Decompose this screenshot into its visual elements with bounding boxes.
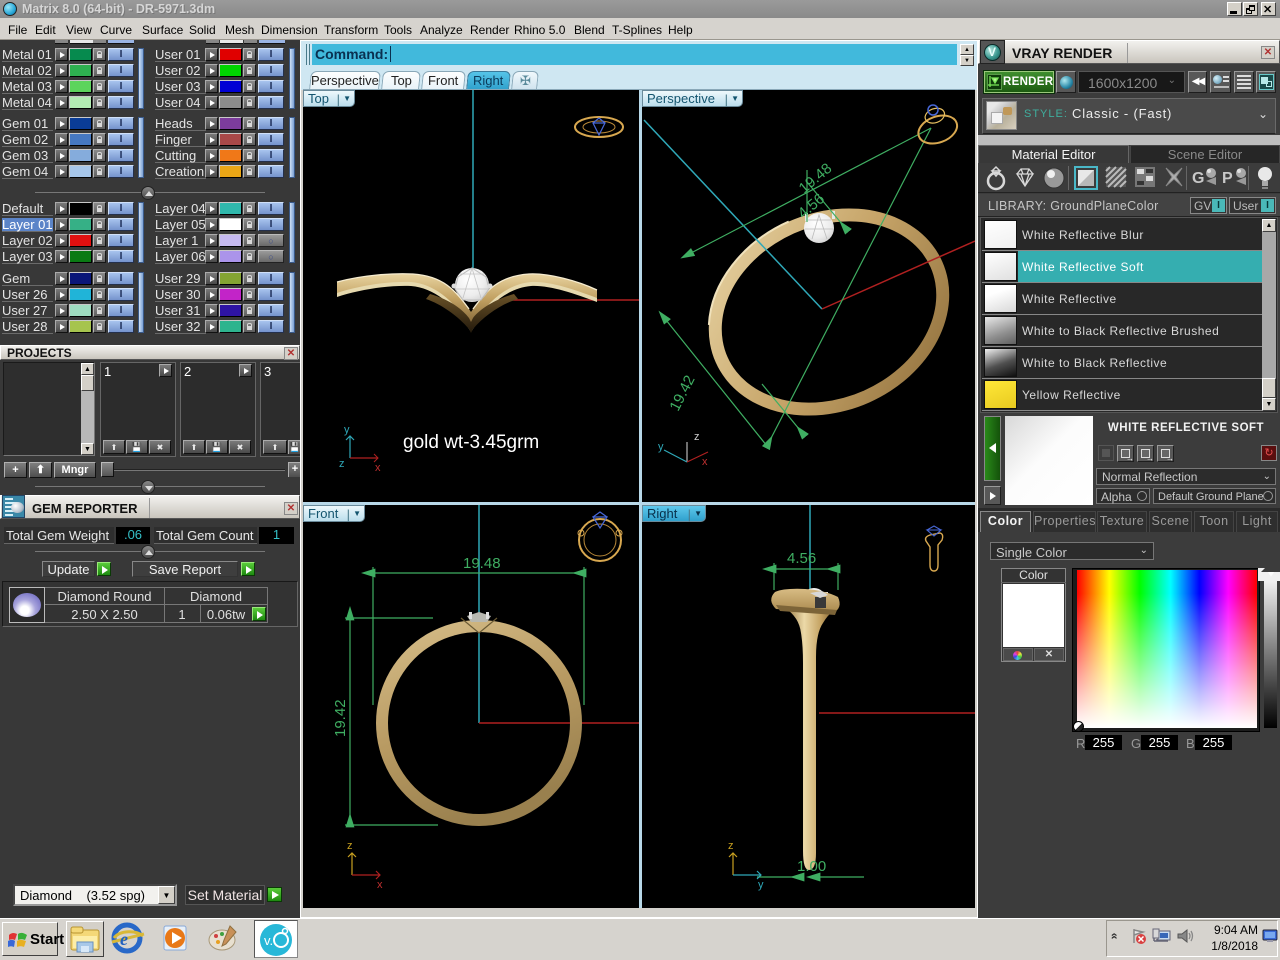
svg-text:x: x — [375, 462, 381, 474]
svg-text:19.48: 19.48 — [463, 555, 501, 572]
svg-text:y: y — [344, 424, 350, 436]
svg-text:x: x — [702, 456, 708, 468]
svg-text:v.: v. — [264, 933, 273, 948]
svg-text:z: z — [728, 840, 734, 852]
svg-text:z: z — [339, 458, 345, 470]
svg-text:z: z — [694, 431, 700, 443]
svg-text:gold wt-3.45grm: gold wt-3.45grm — [403, 432, 539, 453]
svg-text:G: G — [1192, 170, 1204, 187]
svg-text:19.42: 19.42 — [332, 699, 349, 737]
svg-text:z: z — [347, 840, 353, 852]
svg-text:19.42: 19.42 — [666, 373, 698, 414]
svg-text:x: x — [377, 879, 383, 891]
svg-text:e: e — [120, 929, 128, 949]
svg-text:4.56: 4.56 — [787, 550, 816, 567]
svg-text:1.00: 1.00 — [797, 858, 826, 875]
svg-text:P: P — [1222, 170, 1233, 187]
svg-text:y: y — [758, 879, 764, 891]
svg-text:y: y — [658, 441, 664, 453]
